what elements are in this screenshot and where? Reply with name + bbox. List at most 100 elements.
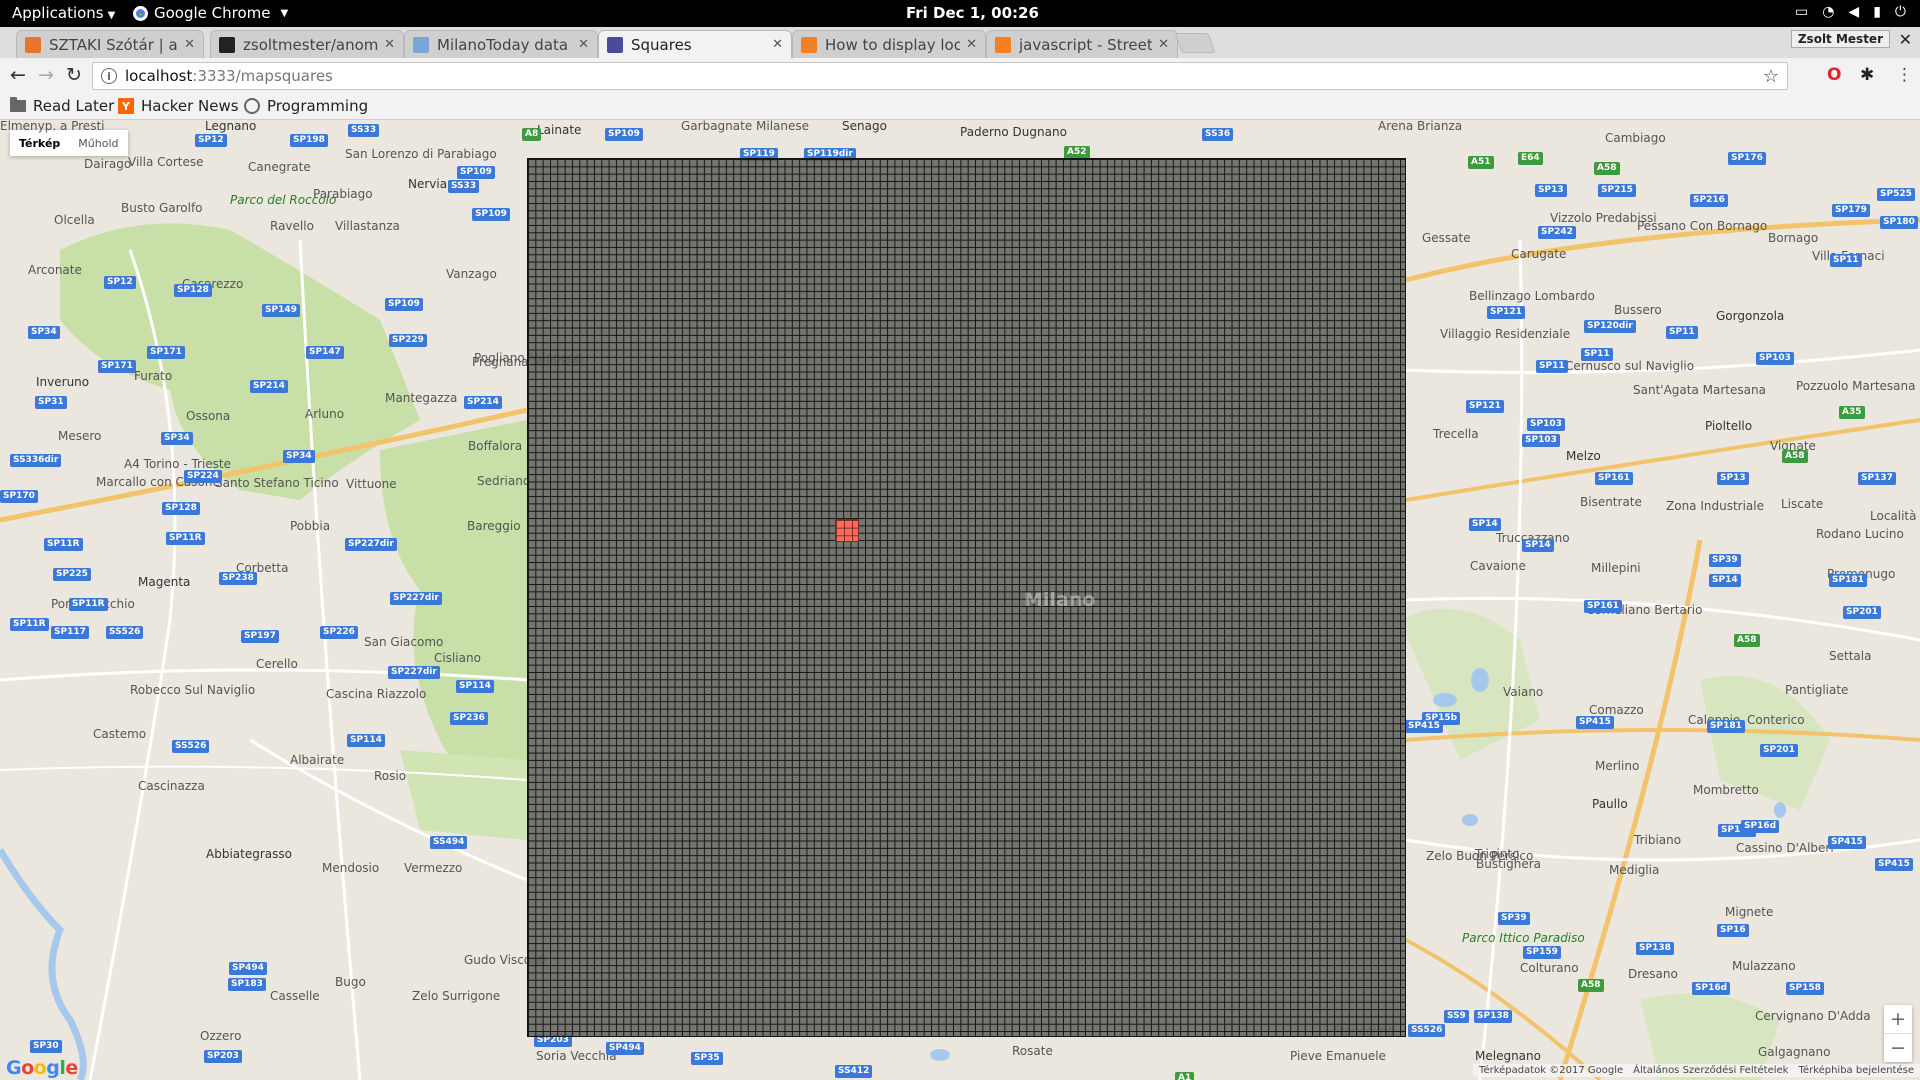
hacker-news-icon: Y <box>118 98 134 114</box>
road-shield: SP216 <box>1690 194 1728 207</box>
zoom-in-button[interactable]: + <box>1884 1005 1912 1033</box>
map-place-label: Mulazzano <box>1732 959 1796 973</box>
back-button[interactable]: ← <box>6 64 30 86</box>
road-shield: SP214 <box>250 380 288 393</box>
terms-link[interactable]: Általános Szerződési Feltételek <box>1633 1065 1788 1076</box>
map-place-label: Mediglia <box>1609 863 1660 877</box>
map-place-label: Settala <box>1829 649 1872 663</box>
road-shield: SP114 <box>347 734 385 747</box>
road-shield: SP16d <box>1692 982 1731 995</box>
reload-button[interactable]: ↻ <box>62 64 86 86</box>
chrome-icon <box>133 5 148 21</box>
browser-label: Google Chrome <box>154 4 271 22</box>
map-place-label: Canegrate <box>248 160 311 174</box>
map-type-map-button[interactable]: Térkép <box>10 137 69 150</box>
map-place-label: Albairate <box>290 753 345 767</box>
bookmark-read-later[interactable]: Read Later <box>10 97 114 115</box>
bookmark-hacker-news[interactable]: Y Hacker News <box>118 97 239 115</box>
road-shield: SP128 <box>162 502 200 515</box>
browser-tab[interactable]: javascript - StreetV ✕ <box>986 30 1178 58</box>
road-shield: SP109 <box>605 128 643 141</box>
road-shield: SP197 <box>241 630 279 643</box>
highlighted-squares[interactable] <box>835 519 859 542</box>
battery-icon[interactable]: ▮ <box>1873 4 1881 20</box>
address-bar[interactable]: i localhost:3333/mapsquares ☆ <box>92 62 1788 90</box>
map-place-label: Vaiano <box>1503 685 1544 699</box>
extension-icon[interactable]: ✱ <box>1860 65 1874 85</box>
road-shield: A51 <box>1468 156 1494 169</box>
system-tray: ▭ ◔ ◀ ▮ ⏻ <box>1795 4 1906 20</box>
window-close-icon[interactable]: ✕ <box>1899 30 1912 49</box>
browser-tab[interactable]: zsoltmester/anomal ✕ <box>210 30 404 58</box>
wifi-icon[interactable]: ◔ <box>1822 4 1834 20</box>
map-place-label: Lainate <box>537 123 582 137</box>
map-place-label: Cassino D'Alberi <box>1736 841 1834 855</box>
report-error-link[interactable]: Térképhiba bejelentése <box>1798 1065 1914 1076</box>
road-shield: SP121 <box>1466 400 1504 413</box>
zoom-out-button[interactable]: − <box>1884 1034 1912 1062</box>
map-place-label: Cavaione <box>1470 559 1526 573</box>
tab-close-icon[interactable]: ✕ <box>1158 37 1169 52</box>
browser-tab[interactable]: How to display loca ✕ <box>792 30 986 58</box>
bookmark-star-icon[interactable]: ☆ <box>1763 66 1779 87</box>
map-place-label: Conterico <box>1747 713 1805 727</box>
volume-icon[interactable]: ◀ <box>1848 4 1859 20</box>
system-clock[interactable]: Fri Dec 1, 00:26 <box>906 4 1039 22</box>
road-shield: SP34 <box>28 326 60 339</box>
menu-kebab-icon[interactable]: ⋮ <box>1896 65 1913 85</box>
map-place-label: Pozzuolo Martesana <box>1796 379 1916 393</box>
map-place-label: Vermezzo <box>404 861 463 875</box>
road-shield: SP183 <box>228 978 266 991</box>
bookmark-programming[interactable]: Programming <box>244 97 368 115</box>
bookmark-label: Hacker News <box>141 97 239 115</box>
map-place-label: Galgagnano <box>1758 1045 1831 1059</box>
road-shield: SP39 <box>1498 912 1530 925</box>
road-shield: SP31 <box>35 396 67 409</box>
applications-menu[interactable]: Applications ▼ <box>12 4 115 22</box>
road-shield: SP13 <box>1717 472 1749 485</box>
squares-icon <box>607 36 623 53</box>
bookmarks-bar: Read Later Y Hacker News Programming <box>0 94 1920 120</box>
browser-tab[interactable]: MilanoToday data p ✕ <box>404 30 598 58</box>
browser-tab[interactable]: Squares ✕ <box>598 30 792 58</box>
power-icon[interactable]: ⏻ <box>1895 4 1906 20</box>
browser-tab[interactable]: SZTAKI Szótár | an ✕ <box>16 30 204 58</box>
road-shield: SP14 <box>1522 539 1554 552</box>
road-shield: SP201 <box>1760 744 1798 757</box>
new-tab-button[interactable] <box>1174 33 1216 53</box>
profile-button[interactable]: Zsolt Mester <box>1790 30 1890 48</box>
map-place-label: Pobbia <box>290 519 331 533</box>
display-icon[interactable]: ▭ <box>1795 4 1808 20</box>
chevron-down-icon: ▼ <box>280 7 289 19</box>
map-place-label: Senago <box>842 120 887 133</box>
road-shield: SP226 <box>320 626 358 639</box>
tab-close-icon[interactable]: ✕ <box>184 37 195 52</box>
info-icon[interactable]: i <box>101 68 117 84</box>
google-map[interactable]: Térkép Műhold Legnano Lainate Garbagnate M… <box>0 120 1920 1080</box>
square-grid-overlay[interactable]: Milano <box>527 158 1406 1037</box>
opera-extension-icon[interactable]: O <box>1827 65 1841 85</box>
map-place-label: Soria Vecchia <box>536 1049 617 1063</box>
road-shield: SP176 <box>1728 152 1766 165</box>
tab-close-icon[interactable]: ✕ <box>966 37 977 52</box>
google-logo[interactable]: Google <box>6 1057 78 1079</box>
tab-close-icon[interactable]: ✕ <box>772 37 783 52</box>
map-place-label: Bareggio <box>467 519 521 533</box>
road-shield: SP11R <box>10 618 49 631</box>
road-shield: SP203 <box>204 1050 242 1063</box>
road-shield: SP229 <box>389 334 427 347</box>
road-shield: SP103 <box>1522 434 1560 447</box>
tab-close-icon[interactable]: ✕ <box>384 37 395 52</box>
tab-close-icon[interactable]: ✕ <box>578 37 589 52</box>
road-shield: SP170 <box>0 490 38 503</box>
road-shield: SP238 <box>219 572 257 585</box>
map-place-label: Robecco Sul Naviglio <box>130 683 256 697</box>
road-shield: SP415 <box>1828 836 1866 849</box>
map-type-satellite-button[interactable]: Műhold <box>69 137 127 150</box>
map-place-label: Casselle <box>270 989 320 1003</box>
road-shield: SP39 <box>1709 554 1741 567</box>
map-place-label: Cerello <box>256 657 298 671</box>
map-place-label: Elmenyp. a Presti <box>0 120 105 133</box>
forward-button[interactable]: → <box>34 64 58 86</box>
browser-app-menu[interactable]: Google Chrome ▼ <box>133 4 288 22</box>
